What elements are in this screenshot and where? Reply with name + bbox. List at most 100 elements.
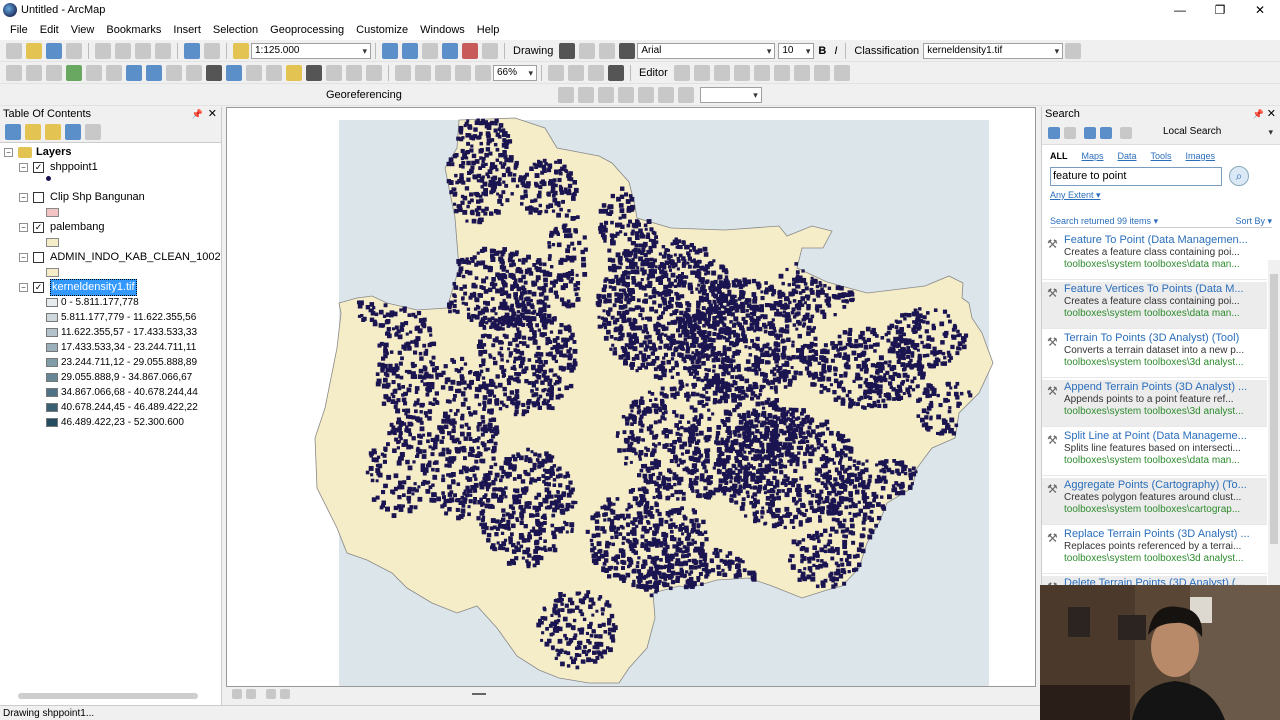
classification-menu[interactable]: Classification bbox=[850, 45, 923, 57]
pan-icon[interactable] bbox=[46, 64, 62, 81]
map-canvas[interactable] bbox=[227, 108, 1036, 687]
collapse-icon[interactable]: − bbox=[4, 148, 13, 157]
attributes-icon[interactable] bbox=[793, 64, 810, 81]
sketch-properties-icon[interactable] bbox=[813, 64, 830, 81]
font-combo[interactable]: Arial bbox=[637, 42, 776, 59]
undo-icon[interactable] bbox=[184, 42, 200, 59]
georef-layer-input[interactable] bbox=[699, 86, 762, 103]
scale-raster-icon[interactable] bbox=[637, 86, 654, 103]
editor-toolbar-icon[interactable] bbox=[382, 42, 398, 59]
rotate-raster-icon[interactable] bbox=[597, 86, 614, 103]
georeferencing-menu[interactable]: Georeferencing bbox=[322, 89, 406, 101]
pin-icon[interactable]: 📌 bbox=[192, 107, 203, 121]
text-icon[interactable] bbox=[619, 42, 636, 59]
delete-icon[interactable] bbox=[155, 42, 171, 59]
rotate-icon[interactable] bbox=[579, 42, 596, 59]
list-by-visibility-icon[interactable] bbox=[45, 123, 61, 140]
bold-button[interactable]: B bbox=[814, 45, 830, 57]
layer-checkbox[interactable] bbox=[33, 192, 44, 203]
menu-windows[interactable]: Windows bbox=[414, 24, 471, 36]
menu-view[interactable]: View bbox=[65, 24, 101, 36]
toc-horizontal-scrollbar[interactable] bbox=[18, 693, 198, 699]
fixed-zoom-in-icon[interactable] bbox=[86, 64, 102, 81]
select-features-icon[interactable] bbox=[166, 64, 182, 81]
fixed-zoom-out-icon[interactable] bbox=[106, 64, 122, 81]
straight-segment-icon[interactable] bbox=[713, 64, 730, 81]
back-extent-icon[interactable] bbox=[126, 64, 142, 81]
layout-zoom-in-icon[interactable] bbox=[435, 64, 451, 81]
italic-button[interactable]: I bbox=[830, 45, 841, 57]
edit-annotation-icon[interactable] bbox=[693, 64, 710, 81]
editor-menu[interactable]: Editor bbox=[635, 67, 672, 79]
menu-bookmarks[interactable]: Bookmarks bbox=[100, 24, 167, 36]
select-elements-pointer-icon[interactable] bbox=[206, 64, 222, 81]
add-data-icon[interactable] bbox=[233, 42, 249, 59]
list-by-drawing-order-icon[interactable] bbox=[5, 123, 21, 140]
layer-checkbox[interactable]: ✓ bbox=[33, 162, 44, 173]
minimize-button[interactable]: — bbox=[1160, 0, 1200, 20]
toc-layer-admin-indo-kab[interactable]: − ADMIN_INDO_KAB_CLEAN_10022016_I bbox=[19, 250, 220, 265]
toc-layer-kerneldensity1[interactable]: − ✓ kerneldensity1.tif bbox=[19, 279, 137, 296]
layer-checkbox[interactable]: ✓ bbox=[33, 222, 44, 233]
zoom-percent-combo[interactable]: 66% bbox=[493, 64, 537, 81]
change-layout-icon[interactable] bbox=[588, 64, 604, 81]
collapse-icon[interactable]: − bbox=[19, 163, 28, 172]
toc-layer-shppoint1[interactable]: − ✓ shppoint1 bbox=[19, 160, 98, 175]
toc-layer-clip-shp-bangunan[interactable]: − Clip Shp Bangunan bbox=[19, 190, 145, 205]
add-control-points-icon[interactable] bbox=[557, 86, 574, 103]
hyperlink-icon[interactable] bbox=[246, 64, 262, 81]
identify-icon[interactable] bbox=[226, 64, 242, 81]
layer-name-selected[interactable]: kerneldensity1.tif bbox=[50, 279, 137, 296]
layer-combo[interactable]: kerneldensity1.tif bbox=[923, 42, 1064, 59]
toc-options-icon[interactable] bbox=[85, 123, 101, 140]
data-driven-pages-icon[interactable] bbox=[608, 64, 624, 81]
close-button[interactable]: ✕ bbox=[1240, 0, 1280, 20]
forward-extent-icon[interactable] bbox=[146, 64, 162, 81]
list-by-source-icon[interactable] bbox=[25, 123, 41, 140]
python-icon[interactable] bbox=[482, 42, 498, 59]
font-size-combo[interactable]: 10 bbox=[778, 42, 815, 59]
flip-raster-icon[interactable] bbox=[657, 86, 674, 103]
menu-geoprocessing[interactable]: Geoprocessing bbox=[264, 24, 350, 36]
trace-icon[interactable] bbox=[733, 64, 750, 81]
menu-selection[interactable]: Selection bbox=[207, 24, 264, 36]
layer-checkbox[interactable]: ✓ bbox=[33, 282, 44, 293]
split-icon[interactable] bbox=[753, 64, 770, 81]
zoom-100-icon[interactable] bbox=[415, 64, 431, 81]
save-icon[interactable] bbox=[46, 42, 62, 59]
toc-close-icon[interactable]: ✕ bbox=[208, 107, 217, 121]
new-document-icon[interactable] bbox=[6, 42, 22, 59]
find-route-icon[interactable] bbox=[326, 64, 342, 81]
clear-selection-icon[interactable] bbox=[186, 64, 202, 81]
redo-icon[interactable] bbox=[204, 42, 220, 59]
histogram-icon[interactable] bbox=[1065, 42, 1082, 59]
menu-help[interactable]: Help bbox=[471, 24, 506, 36]
scale-combo[interactable]: 1:125.000 bbox=[251, 42, 371, 59]
search-window-icon[interactable] bbox=[442, 42, 458, 59]
rotate-edit-icon[interactable] bbox=[773, 64, 790, 81]
layout-pan-icon[interactable] bbox=[475, 64, 491, 81]
maximize-button[interactable]: ❐ bbox=[1200, 0, 1240, 20]
print-icon[interactable] bbox=[66, 42, 82, 59]
menu-edit[interactable]: Edit bbox=[34, 24, 65, 36]
open-folder-icon[interactable] bbox=[26, 42, 42, 59]
focus-frame-icon[interactable] bbox=[568, 64, 584, 81]
catalog-icon[interactable] bbox=[422, 42, 438, 59]
create-features-icon[interactable] bbox=[833, 64, 850, 81]
copy-icon[interactable] bbox=[115, 42, 131, 59]
table-of-contents-icon[interactable] bbox=[402, 42, 418, 59]
collapse-icon[interactable]: − bbox=[19, 253, 28, 262]
measure-icon[interactable] bbox=[286, 64, 302, 81]
html-popup-icon[interactable] bbox=[266, 64, 282, 81]
toc-layer-palembang[interactable]: − ✓ palembang bbox=[19, 220, 104, 235]
layout-zoom-out-icon[interactable] bbox=[455, 64, 471, 81]
time-slider-icon[interactable] bbox=[366, 64, 382, 81]
drawing-menu[interactable]: Drawing bbox=[509, 45, 557, 57]
zoom-out-icon[interactable] bbox=[26, 64, 42, 81]
find-icon[interactable] bbox=[306, 64, 322, 81]
go-to-xy-icon[interactable] bbox=[346, 64, 362, 81]
reset-transform-icon[interactable] bbox=[677, 86, 694, 103]
zoom-in-icon[interactable] bbox=[6, 64, 22, 81]
edit-tool-icon[interactable] bbox=[673, 64, 690, 81]
collapse-icon[interactable]: − bbox=[19, 223, 28, 232]
